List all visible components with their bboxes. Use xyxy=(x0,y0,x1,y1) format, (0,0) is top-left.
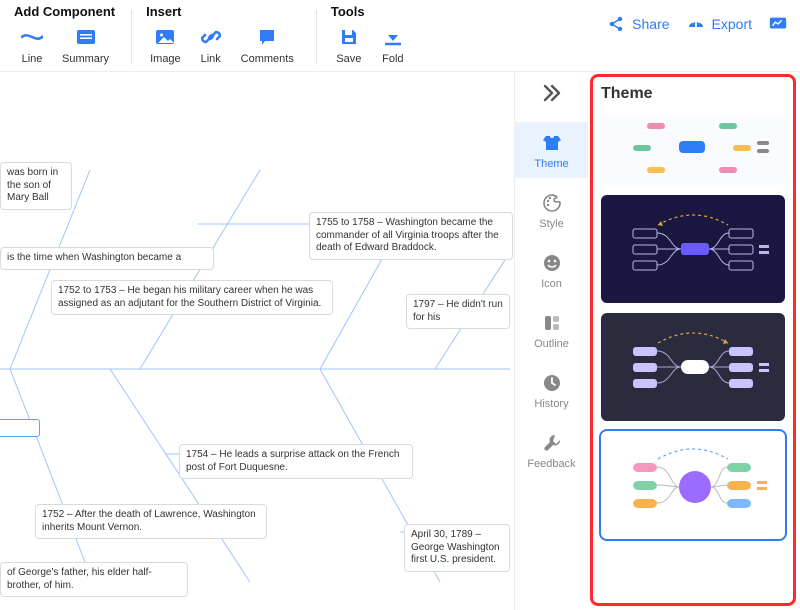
save-button[interactable]: Save xyxy=(329,23,369,67)
rail-label-icon: Icon xyxy=(541,278,562,290)
outline-icon xyxy=(541,312,563,334)
save-icon xyxy=(335,25,363,49)
theme-card-light[interactable] xyxy=(601,113,785,185)
fold-button[interactable]: Fold xyxy=(373,23,413,67)
summary-icon xyxy=(72,25,100,49)
export-icon xyxy=(686,14,706,34)
image-label: Image xyxy=(150,53,181,65)
node-time[interactable]: is the time when Washington became a xyxy=(0,247,214,270)
toolbar-separator xyxy=(316,10,317,65)
rail-item-outline[interactable]: Outline xyxy=(515,302,588,358)
summary-label: Summary xyxy=(62,53,109,65)
export-label: Export xyxy=(712,16,752,32)
node-1752-53[interactable]: 1752 to 1753 – He began his military car… xyxy=(51,280,333,315)
clock-icon xyxy=(541,372,563,394)
theme-card-dark[interactable] xyxy=(601,313,785,421)
share-label: Share xyxy=(632,16,669,32)
rail-item-feedback[interactable]: Feedback xyxy=(515,422,588,478)
fold-label: Fold xyxy=(382,53,403,65)
rail-label-outline: Outline xyxy=(534,338,569,350)
rail-label-theme: Theme xyxy=(534,158,568,170)
rail-label-history: History xyxy=(534,398,568,410)
theme-card-white[interactable] xyxy=(601,431,785,539)
link-label: Link xyxy=(201,53,221,65)
line-icon xyxy=(18,25,46,49)
rail-item-theme[interactable]: Theme xyxy=(515,122,588,178)
theme-panel-title: Theme xyxy=(601,85,785,103)
group-title-insert: Insert xyxy=(144,4,300,19)
group-add-component: Add Component Line Summary xyxy=(6,4,121,67)
toolbar-separator xyxy=(131,10,132,65)
node-1752[interactable]: 1752 – After the death of Lawrence, Wash… xyxy=(35,504,267,539)
rail-item-icon[interactable]: Icon xyxy=(515,242,588,298)
line-button[interactable]: Line xyxy=(12,23,52,67)
chevron-right-double-icon xyxy=(541,83,563,106)
comments-icon xyxy=(253,25,281,49)
node-1754[interactable]: 1754 – He leads a surprise attack on the… xyxy=(179,444,413,479)
share-icon xyxy=(606,14,626,34)
image-icon xyxy=(151,25,179,49)
toolbar-right: Share Export xyxy=(606,4,794,34)
link-icon xyxy=(197,25,225,49)
panel-rail: Theme Style Icon Outline History xyxy=(514,72,588,610)
rail-label-feedback: Feedback xyxy=(527,458,575,470)
image-button[interactable]: Image xyxy=(144,23,187,67)
canvas[interactable]: was born in the son of Mary Ball is the … xyxy=(0,72,514,610)
node-1755[interactable]: 1755 to 1758 – Washington became the com… xyxy=(309,212,513,260)
theme-panel: Theme xyxy=(590,74,796,606)
workspace: was born in the son of Mary Ball is the … xyxy=(0,72,800,610)
node-1797[interactable]: 1797 – He didn't run for his xyxy=(406,294,510,329)
node-born[interactable]: was born in the son of Mary Ball xyxy=(0,162,72,210)
group-tools: Tools Save Fold xyxy=(323,4,419,67)
comments-button[interactable]: Comments xyxy=(235,23,300,67)
save-label: Save xyxy=(336,53,361,65)
rail-item-style[interactable]: Style xyxy=(515,182,588,238)
smiley-icon xyxy=(541,252,563,274)
group-insert: Insert Image Link Comments xyxy=(138,4,306,67)
node-father[interactable]: of George's father, his elder half-broth… xyxy=(0,562,188,597)
summary-button[interactable]: Summary xyxy=(56,23,115,67)
export-button[interactable]: Export xyxy=(686,14,752,34)
root-node[interactable] xyxy=(0,419,40,437)
tshirt-icon xyxy=(541,132,563,154)
group-title-add-component: Add Component xyxy=(12,4,115,19)
palette-icon xyxy=(541,192,563,214)
rail-item-history[interactable]: History xyxy=(515,362,588,418)
fold-icon xyxy=(379,25,407,49)
node-1789[interactable]: April 30, 1789 – George Washington first… xyxy=(404,524,510,572)
link-button[interactable]: Link xyxy=(191,23,231,67)
presentation-icon xyxy=(768,14,788,34)
rail-collapse-button[interactable] xyxy=(515,76,588,112)
presentation-button[interactable] xyxy=(768,14,788,34)
theme-card-navy[interactable] xyxy=(601,195,785,303)
group-title-tools: Tools xyxy=(329,4,413,19)
toolbar: Add Component Line Summary Insert xyxy=(0,0,800,72)
line-label: Line xyxy=(22,53,43,65)
comments-label: Comments xyxy=(241,53,294,65)
share-button[interactable]: Share xyxy=(606,14,669,34)
rail-label-style: Style xyxy=(539,218,563,230)
wrench-icon xyxy=(541,432,563,454)
